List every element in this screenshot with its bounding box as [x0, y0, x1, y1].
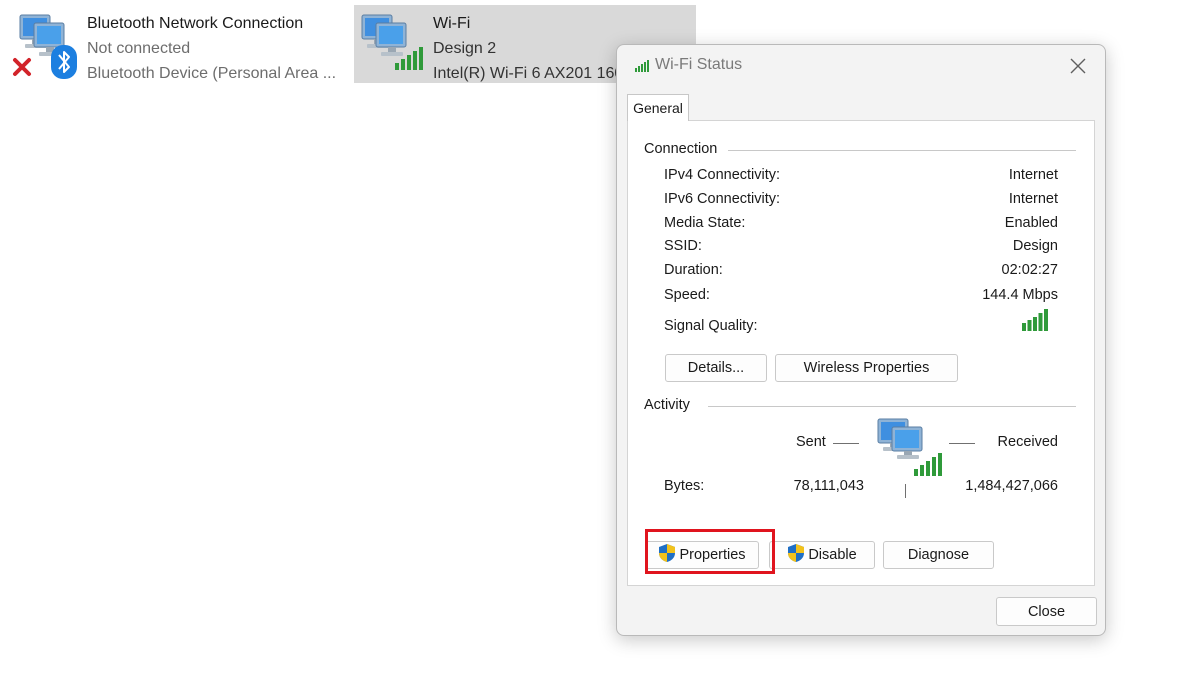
- bytes-divider: [905, 484, 906, 498]
- received-dash: [949, 443, 975, 444]
- duration-label: Duration:: [664, 262, 723, 278]
- signal-bars-icon: [394, 45, 424, 76]
- properties-button[interactable]: Properties: [645, 541, 759, 569]
- adapter-status: Not connected: [87, 40, 191, 57]
- bytes-label: Bytes:: [664, 478, 705, 494]
- general-panel: Connection IPv4 Connectivity: Internet I…: [627, 120, 1095, 586]
- received-label: Received: [997, 434, 1058, 450]
- wifi-status-dialog: Wi-Fi Status General Connection IPv4 Con…: [616, 44, 1106, 636]
- sent-dash: [833, 443, 859, 444]
- ssid-value: Design: [1012, 238, 1058, 254]
- disable-button[interactable]: Disable: [769, 541, 875, 569]
- dialog-title: Wi-Fi Status: [655, 56, 743, 73]
- signal-quality-label: Signal Quality:: [664, 318, 758, 334]
- red-x-icon: [12, 57, 32, 82]
- media-state-value: Enabled: [1004, 215, 1058, 231]
- details-button[interactable]: Details...: [665, 354, 767, 382]
- ipv6-value: Internet: [1008, 191, 1058, 207]
- media-state-label: Media State:: [664, 215, 746, 231]
- speed-value: 144.4 Mbps: [982, 287, 1058, 303]
- ipv6-label: IPv6 Connectivity:: [664, 191, 781, 207]
- bytes-sent-value: 78,111,043: [793, 478, 864, 494]
- adapter-device: Intel(R) Wi-Fi 6 AX201 160: [433, 65, 624, 82]
- bluetooth-icon: [51, 45, 77, 84]
- close-button[interactable]: Close: [996, 597, 1097, 626]
- properties-label: Properties: [679, 547, 746, 563]
- adapter-name: Bluetooth Network Connection: [87, 15, 304, 32]
- tab-general[interactable]: General: [627, 94, 689, 121]
- sent-label: Sent: [796, 434, 826, 450]
- uac-shield-icon: [787, 543, 805, 567]
- uac-shield-icon: [658, 543, 676, 567]
- dialog-titlebar[interactable]: Wi-Fi Status: [617, 45, 1105, 85]
- bytes-received-value: 1,484,427,066: [965, 478, 1058, 494]
- duration-value: 02:02:27: [1001, 262, 1058, 278]
- adapter-status: Design 2: [433, 40, 497, 57]
- ssid-label: SSID:: [664, 238, 702, 254]
- wireless-properties-button[interactable]: Wireless Properties: [775, 354, 958, 382]
- adapter-device: Bluetooth Device (Personal Area ...: [87, 65, 337, 82]
- adapter-name: Wi-Fi: [433, 15, 471, 32]
- disable-label: Disable: [808, 547, 857, 563]
- signal-quality-icon: [1021, 308, 1049, 337]
- adapter-bluetooth[interactable]: Bluetooth Network Connection Not connect…: [8, 5, 348, 83]
- ipv4-value: Internet: [1008, 167, 1058, 183]
- close-icon[interactable]: [1065, 53, 1091, 79]
- ipv4-label: IPv4 Connectivity:: [664, 167, 781, 183]
- speed-label: Speed:: [664, 287, 710, 303]
- diagnose-button[interactable]: Diagnose: [883, 541, 994, 569]
- signal-bars-icon: [635, 59, 649, 77]
- activity-group-label: Activity: [644, 397, 698, 413]
- network-computer-icon: [874, 417, 944, 484]
- group-divider: [728, 150, 1076, 151]
- connection-group-label: Connection: [644, 141, 726, 157]
- group-divider: [708, 406, 1076, 407]
